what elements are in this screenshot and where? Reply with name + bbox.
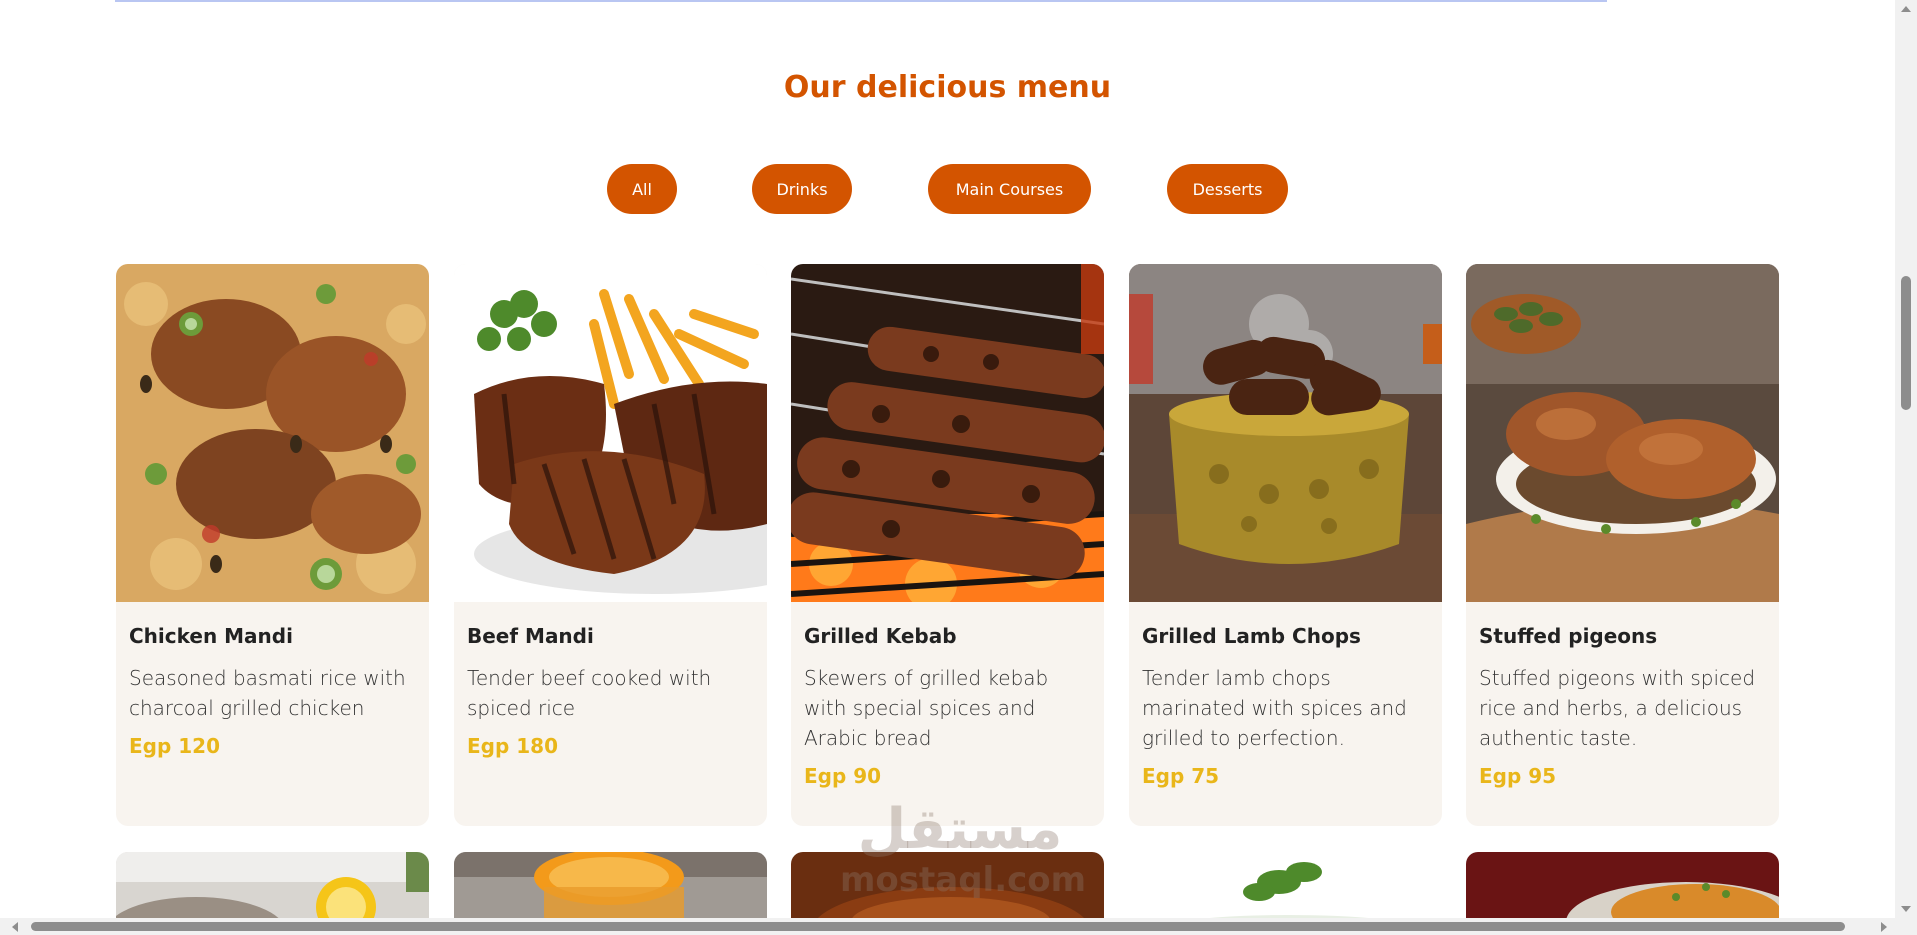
horizontal-scroll-thumb[interactable] xyxy=(31,922,1845,931)
menu-item-name: Grilled Lamb Chops xyxy=(1142,624,1361,648)
menu-card-beef-mandi[interactable]: Beef Mandi Tender beef cooked with spice… xyxy=(454,264,767,826)
scroll-up-icon[interactable] xyxy=(1901,6,1911,12)
menu-card-partial[interactable] xyxy=(1466,852,1779,918)
filter-bar: All Drinks Main Courses Desserts xyxy=(0,164,1895,214)
grilled-lamb-chops-image xyxy=(1129,264,1442,602)
filter-drinks-button[interactable]: Drinks xyxy=(752,164,852,214)
menu-card-stuffed-pigeons[interactable]: Stuffed pigeons Stuffed pigeons with spi… xyxy=(1466,264,1779,826)
menu-item-price: Egp 90 xyxy=(804,764,882,788)
chicken-mandi-image xyxy=(116,264,429,602)
menu-item-name: Stuffed pigeons xyxy=(1479,624,1658,648)
beef-mandi-image xyxy=(454,264,767,602)
kunafa-image xyxy=(1466,852,1779,918)
menu-item-name: Grilled Kebab xyxy=(804,624,957,648)
grilled-kebab-image xyxy=(791,264,1104,602)
watermark: مستقل mostaql.com xyxy=(840,797,1087,901)
menu-card-partial[interactable] xyxy=(454,852,767,918)
menu-item-description: Stuffed pigeons with spiced rice and her… xyxy=(1479,666,1756,750)
menu-item-description: Tender lamb chops marinated with spices … xyxy=(1142,666,1407,750)
menu-card-grilled-kebab[interactable]: Grilled Kebab Skewers of grilled kebab w… xyxy=(791,264,1104,826)
menu-card-chicken-mandi[interactable]: Chicken Mandi Seasoned basmati rice with… xyxy=(116,264,429,826)
filter-main-courses-button[interactable]: Main Courses xyxy=(928,164,1091,214)
vertical-scroll-thumb[interactable] xyxy=(1901,276,1911,410)
lemon-drink-image xyxy=(116,852,429,918)
orange-juice-image xyxy=(454,852,767,918)
stuffed-pigeons-image xyxy=(1466,264,1779,602)
menu-item-description: Skewers of grilled kebab with special sp… xyxy=(804,666,1049,750)
menu-item-name: Chicken Mandi xyxy=(129,624,293,648)
menu-card-partial[interactable] xyxy=(1129,852,1442,918)
menu-item-name: Beef Mandi xyxy=(467,624,594,648)
menu-item-price: Egp 180 xyxy=(467,734,559,758)
scroll-left-icon[interactable] xyxy=(12,922,18,932)
scroll-right-icon[interactable] xyxy=(1881,922,1887,932)
mint-drink-image xyxy=(1129,852,1442,918)
vertical-scrollbar[interactable] xyxy=(1895,0,1917,918)
menu-card-partial[interactable] xyxy=(116,852,429,918)
filter-desserts-button[interactable]: Desserts xyxy=(1167,164,1288,214)
horizontal-scrollbar[interactable] xyxy=(0,918,1917,935)
menu-item-price: Egp 95 xyxy=(1479,764,1557,788)
menu-item-price: Egp 75 xyxy=(1142,764,1220,788)
menu-item-description: Seasoned basmati rice with charcoal gril… xyxy=(129,666,406,720)
menu-card-grilled-lamb-chops[interactable]: Grilled Lamb Chops Tender lamb chops mar… xyxy=(1129,264,1442,826)
menu-title: Our delicious menu xyxy=(783,70,1112,105)
menu-section: Our delicious menu All Drinks Main Cours… xyxy=(0,0,1895,918)
filter-all-button[interactable]: All xyxy=(607,164,677,214)
menu-item-price: Egp 120 xyxy=(129,734,221,758)
scroll-down-icon[interactable] xyxy=(1901,906,1911,912)
menu-item-description: Tender beef cooked with spiced rice xyxy=(467,666,712,720)
